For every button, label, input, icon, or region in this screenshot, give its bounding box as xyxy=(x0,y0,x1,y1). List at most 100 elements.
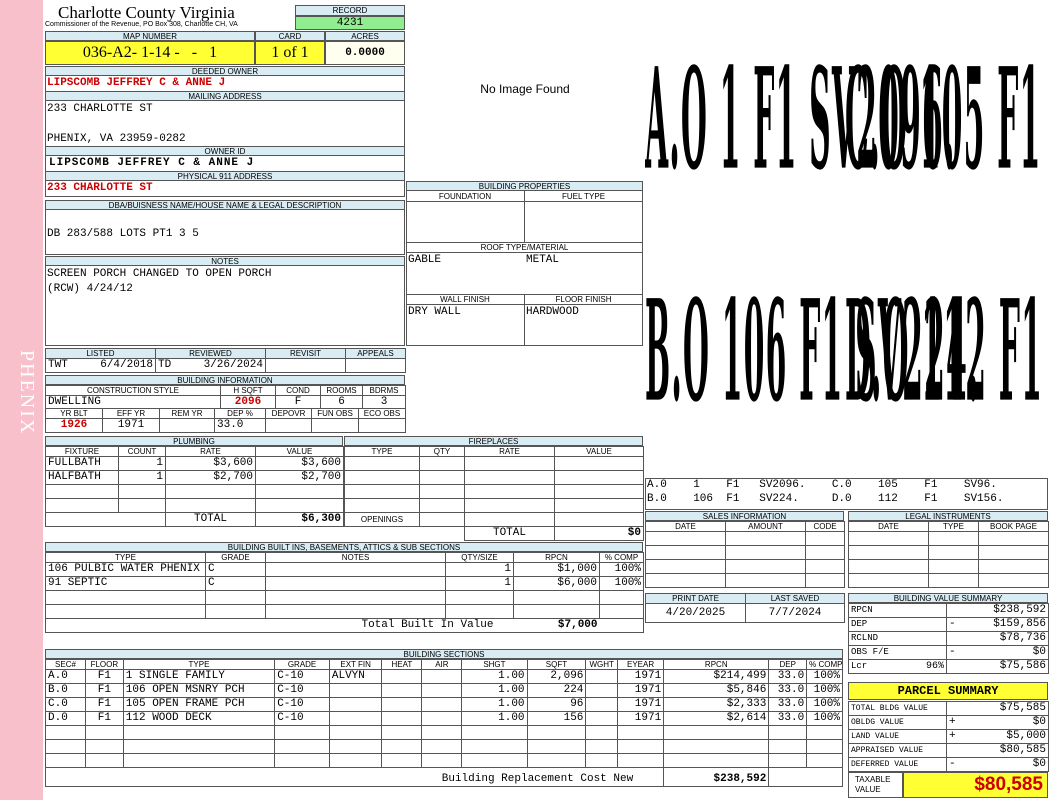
sections-header-extfin: EXT FIN xyxy=(328,659,383,670)
fireplaces-total-value: $0 xyxy=(554,526,644,541)
notes-line1: SCREEN PORCH CHANGED TO OPEN PORCH xyxy=(47,268,272,280)
section-extfin xyxy=(328,711,383,726)
deeded-owner-label: DEEDED OWNER xyxy=(45,66,405,76)
acres-label: ACRES xyxy=(325,31,405,41)
value-summary-label: Lcr xyxy=(848,659,905,674)
sections-header-floor: FLOOR xyxy=(84,659,124,670)
sections-total-label: Building Replacement Cost New xyxy=(44,767,665,787)
section-grade: C-10 xyxy=(274,683,330,698)
value-summary-sign: - xyxy=(949,646,956,659)
reviewed-date: 3/26/2024 xyxy=(203,359,263,372)
value-summary-amount: $159,856 xyxy=(993,618,1046,631)
section-wght xyxy=(585,697,618,712)
listed-date: 6/4/2018 xyxy=(100,359,153,372)
appeals-label: APPEALS xyxy=(345,348,406,359)
sections-header-eyear: EYEAR xyxy=(616,659,665,670)
sales-header-amount: AMOUNT xyxy=(725,521,806,532)
table-row: OBS F/E - $0 xyxy=(848,645,1049,660)
section-heat xyxy=(381,697,423,712)
value-summary-value: - $159,856 xyxy=(946,617,1049,632)
mailing-address-line2: PHENIX, VA 23959-0282 xyxy=(47,133,186,145)
sales-title: SALES INFORMATION xyxy=(645,511,844,521)
section-shgt: 1.00 xyxy=(461,683,528,698)
built-in-comp: 100% xyxy=(599,562,644,577)
value-summary-label: DEP xyxy=(848,617,905,632)
cond-label: COND xyxy=(275,385,321,396)
building-info-title: BUILDING INFORMATION xyxy=(45,375,405,385)
wall-finish-label: WALL FINISH xyxy=(440,295,490,304)
section-wght xyxy=(585,669,618,684)
parcel-value: $75,585 xyxy=(946,701,1049,716)
parcel-amount: $0 xyxy=(1032,716,1046,729)
building-info-table-2: YR BLT EFF YR REM YR DEP % DEPOVR FUN OB… xyxy=(45,408,406,433)
building-sections-table: SEC# FLOOR TYPE GRADE EXT FIN HEAT AIR S… xyxy=(44,659,843,787)
reviewed-cell: TD 3/26/2024 xyxy=(155,358,266,373)
section-sec: A.0 xyxy=(45,669,86,684)
bdrms-label: BDRMS xyxy=(362,385,406,396)
parcel-label: LAND VALUE xyxy=(848,729,947,744)
last-saved-value: 7/7/2024 xyxy=(745,603,845,623)
section-type: 1 SINGLE FAMILY xyxy=(122,669,276,684)
listed-cell: TWT 6/4/2018 xyxy=(45,358,156,373)
section-eyear: 1971 xyxy=(616,669,665,684)
construction-style-label: CONSTRUCTION STYLE xyxy=(45,385,221,396)
sales-table: DATE AMOUNT CODE xyxy=(645,521,845,588)
table-row: TOTAL BLDG VALUE $75,585 xyxy=(848,701,1049,716)
parcel-value: $80,585 xyxy=(946,743,1049,758)
section-sqft: 2,096 xyxy=(526,669,587,684)
map-number-label: MAP NUMBER xyxy=(45,31,255,41)
sections-header-shgt: SHGT xyxy=(461,659,528,670)
table-row: RCLND $78,736 xyxy=(848,631,1049,646)
value-summary-title: BUILDING VALUE SUMMARY xyxy=(848,593,1048,603)
legal-header-bookpage: BOOK PAGE xyxy=(978,521,1049,532)
parcel-label: DEFERRED VALUE xyxy=(848,757,947,772)
value-summary-value: $238,592 xyxy=(946,603,1049,618)
table-row: DEFERRED VALUE - $0 xyxy=(848,757,1049,772)
section-extfin: ALVYN xyxy=(328,669,383,684)
taxable-value-label-box: TAXABLE VALUE xyxy=(848,772,903,798)
plumbing-rate: $3,600 xyxy=(165,456,256,471)
built-in-qty: 1 xyxy=(445,562,514,577)
built-in-grade: C xyxy=(205,576,266,591)
sidebar-label: PHENIX xyxy=(16,350,38,436)
remyr-value xyxy=(159,418,215,433)
table-row: FULLBATH 1 $3,600 $3,600 xyxy=(45,456,344,471)
section-eyear: 1971 xyxy=(616,683,665,698)
plumbing-header-fixture: FIXTURE xyxy=(45,446,119,457)
hsqft-label: H SQFT xyxy=(220,385,276,396)
fireplaces-total-label: TOTAL xyxy=(464,526,555,541)
dep-value: 33.0 xyxy=(214,418,266,433)
section-shgt: 1.00 xyxy=(461,669,528,684)
funobs-label: FUN OBS xyxy=(311,408,359,419)
effyr-value: 1971 xyxy=(102,418,160,433)
foundation-label: FOUNDATION xyxy=(438,192,492,201)
section-heat xyxy=(381,711,423,726)
parcel-label: OBLDG VALUE xyxy=(848,715,947,730)
parcel-label: APPRAISED VALUE xyxy=(848,743,947,758)
mailing-address-label: MAILING ADDRESS xyxy=(45,91,405,101)
section-wght xyxy=(585,683,618,698)
yrblt-value: 1926 xyxy=(45,418,103,433)
section-comp: 100% xyxy=(806,669,843,684)
section-heat xyxy=(381,683,423,698)
print-date-value: 4/20/2025 xyxy=(645,603,746,623)
section-dep: 33.0 xyxy=(768,697,808,712)
image-placeholder: No Image Found xyxy=(480,82,570,96)
sections-total-value: $238,592 xyxy=(663,767,770,787)
table-row: Lcr 96% $75,586 xyxy=(848,659,1049,674)
reviewed-by: TD xyxy=(158,359,172,372)
section-comp: 100% xyxy=(806,683,843,698)
sections-header-wght: WGHT xyxy=(585,659,618,670)
section-type: 106 OPEN MSNRY PCH xyxy=(122,683,276,698)
section-grade: C-10 xyxy=(274,711,330,726)
physical-address-label: PHYSICAL 911 ADDRESS xyxy=(45,171,405,181)
sections-header-grade: GRADE xyxy=(274,659,330,670)
built-ins-header-rpcn: RPCN xyxy=(513,552,600,563)
sections-header-air: AIR xyxy=(421,659,463,670)
section-dep: 33.0 xyxy=(768,683,808,698)
plumbing-table: FIXTURE COUNT RATE VALUE FULLBATH 1 $3,6… xyxy=(45,446,344,527)
section-extfin xyxy=(328,683,383,698)
value-summary-pct xyxy=(904,631,947,646)
sections-header-comp: % COMP xyxy=(806,659,843,670)
county-title: Charlotte County Virginia xyxy=(58,3,235,22)
